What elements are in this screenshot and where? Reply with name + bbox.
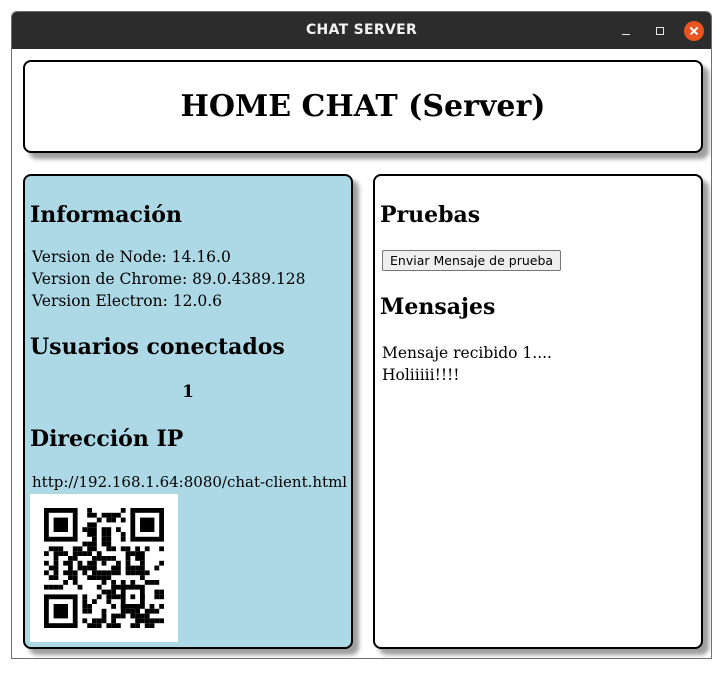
app-window: CHAT SERVER HOME CHAT (Server) Informaci… (11, 11, 712, 659)
tests-panel: Pruebas Enviar Mensaje de prueba Mensaje… (373, 174, 703, 649)
title-bar[interactable]: CHAT SERVER (12, 12, 711, 49)
send-test-message-button[interactable]: Enviar Mensaje de prueba (382, 250, 562, 271)
users-count: 1 (182, 382, 194, 402)
close-icon[interactable] (684, 21, 704, 41)
chrome-version: Version de Chrome: 89.0.4389.128 (32, 270, 306, 288)
ip-heading: Dirección IP (30, 426, 184, 452)
ip-url: http://192.168.1.64:8080/chat-client.htm… (32, 473, 348, 491)
electron-version: Version Electron: 12.0.6 (32, 292, 223, 310)
users-heading: Usuarios conectados (30, 334, 285, 360)
info-panel: Información Version de Node: 14.16.0 Ver… (23, 174, 353, 649)
tests-heading: Pruebas (380, 202, 481, 228)
qr-code-icon (44, 508, 164, 628)
header-panel: HOME CHAT (Server) (23, 60, 703, 153)
message-item: Mensaje recibido 1.... (382, 344, 552, 362)
message-item: Holiiiii!!!! (382, 366, 460, 384)
page-title: HOME CHAT (Server) (180, 89, 546, 124)
qr-code (30, 494, 178, 642)
minimize-icon[interactable] (616, 21, 636, 41)
messages-heading: Mensajes (380, 294, 496, 320)
node-version: Version de Node: 14.16.0 (32, 248, 231, 266)
window-title: CHAT SERVER (305, 22, 418, 38)
info-heading: Información (30, 202, 182, 228)
maximize-icon[interactable] (650, 21, 670, 41)
page-content: HOME CHAT (Server) Información Version d… (12, 49, 711, 658)
